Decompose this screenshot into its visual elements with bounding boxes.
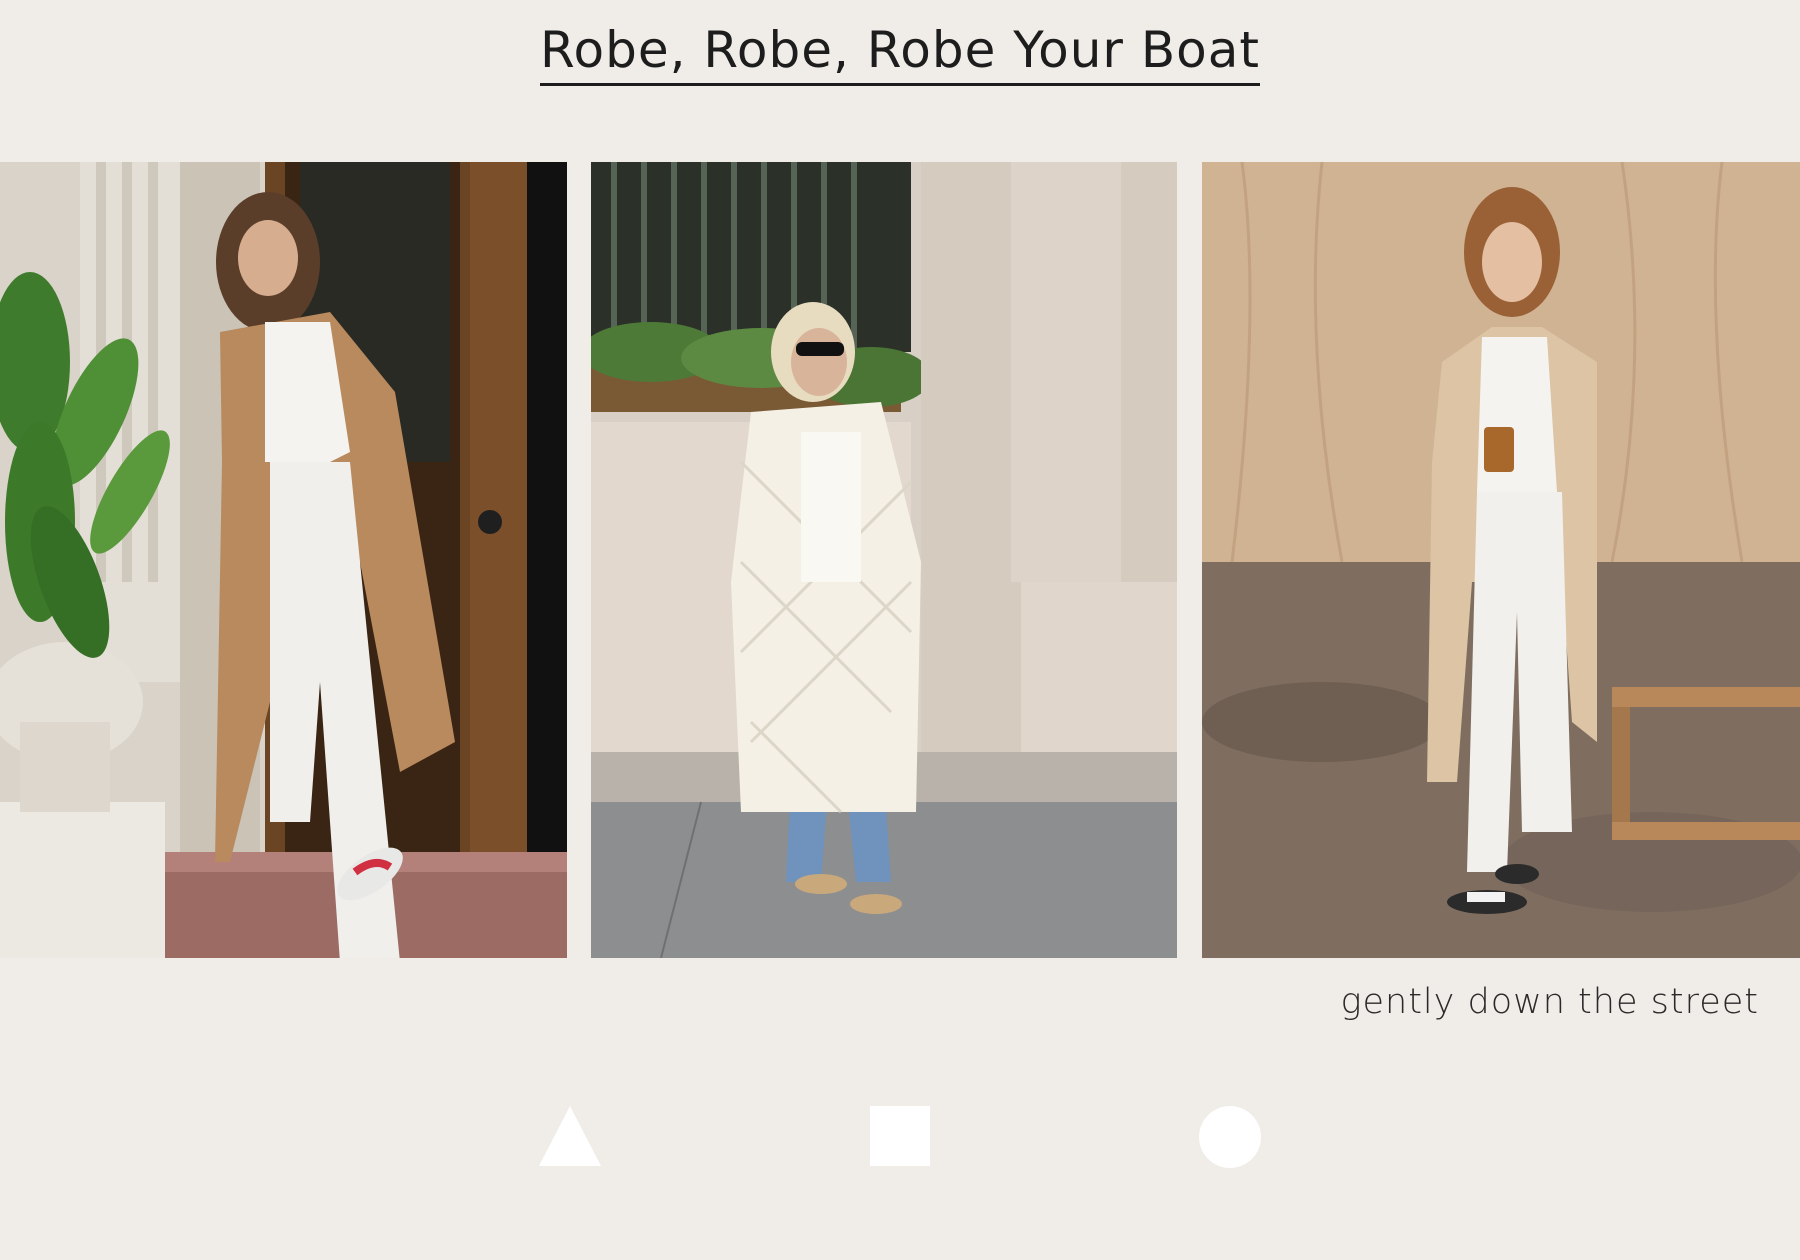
photo-woman-quilted-coat-icon (591, 162, 1177, 958)
shape-navigation (0, 1106, 1800, 1168)
photo-woman-beige-robe-icon (1202, 162, 1800, 958)
triangle-nav-icon[interactable] (539, 1106, 601, 1166)
photo-woman-camel-robe-icon (0, 162, 567, 958)
gallery-caption: gently down the street (1340, 982, 1759, 1022)
gallery-photo-3[interactable] (1202, 162, 1800, 958)
page-title-link[interactable]: Robe, Robe, Robe Your Boat (540, 18, 1260, 86)
gallery-photo-2[interactable] (591, 162, 1177, 958)
page-header: Robe, Robe, Robe Your Boat (0, 18, 1800, 86)
square-nav-icon[interactable] (870, 1106, 930, 1166)
gallery-photo-1[interactable] (0, 162, 567, 958)
photo-gallery (0, 162, 1800, 958)
circle-nav-icon[interactable] (1199, 1106, 1261, 1168)
